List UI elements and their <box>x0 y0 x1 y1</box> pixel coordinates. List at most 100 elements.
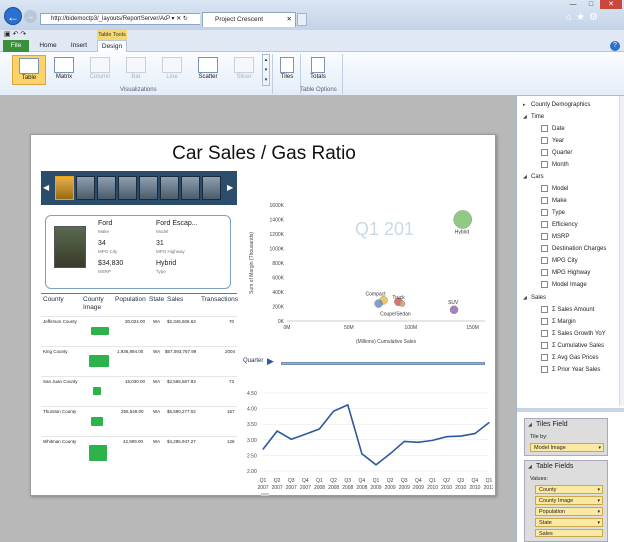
tile-item[interactable] <box>55 176 74 200</box>
expand-triangle-icon[interactable]: ◢ <box>523 112 531 123</box>
checkbox[interactable] <box>541 305 548 313</box>
table-field-item[interactable]: Sales <box>535 529 603 537</box>
line-chart[interactable]: 2.002.503.003.504.004.50Q12007Q22007Q320… <box>247 389 493 497</box>
field-item[interactable]: Σ Sales Amount <box>541 305 594 316</box>
table-row[interactable]: Whitman County 42,909.00 WA $4,285,947.2… <box>41 436 237 488</box>
field-item[interactable]: MSRP <box>541 232 569 243</box>
checkbox[interactable] <box>541 232 548 240</box>
report-canvas[interactable]: Car Sales / Gas Ratio ◀ ▶ Ford Make Ford… <box>30 134 496 496</box>
tile-item[interactable] <box>118 176 137 200</box>
collapse-triangle-icon[interactable]: ▸ <box>523 100 531 111</box>
field-item[interactable]: MPG Highway <box>541 268 590 279</box>
table-row[interactable]: King County 1,936,894.00 WA $67,093,767.… <box>41 346 237 376</box>
checkbox[interactable] <box>541 280 548 288</box>
table-field-item[interactable]: County Image ▾ <box>535 496 603 505</box>
field-group-cars[interactable]: ◢ Cars <box>523 172 544 183</box>
checkbox[interactable] <box>541 124 548 132</box>
table-row[interactable]: Thurston County 255,549.00 WA $5,590,277… <box>41 406 237 436</box>
field-item[interactable]: Year <box>541 136 564 147</box>
tiles-scroll-right-icon[interactable]: ▶ <box>227 183 233 192</box>
checkbox[interactable] <box>541 329 548 337</box>
column-header-population[interactable]: Population <box>115 296 146 303</box>
matrix-button[interactable]: Matrix <box>48 55 80 85</box>
table-fields-title[interactable]: ◢ Table Fields <box>528 463 573 470</box>
tab-home[interactable]: Home <box>34 40 62 52</box>
maximize-icon[interactable]: □ <box>582 0 600 9</box>
column-button[interactable]: Column <box>84 55 116 85</box>
column-header-transactions[interactable]: Transactions <box>201 296 238 303</box>
checkbox[interactable] <box>541 208 548 216</box>
tab-file[interactable]: File <box>3 40 29 52</box>
help-icon[interactable]: ? <box>610 41 620 51</box>
tile-item[interactable] <box>97 176 116 200</box>
field-item[interactable]: Σ Prior Year Sales <box>541 365 600 376</box>
slicer-button[interactable]: Slicer <box>228 55 260 85</box>
checkbox[interactable] <box>541 160 548 168</box>
scatter-chart[interactable]: Q1 2010K200K400K600K800K1000K1200K1400K1… <box>247 197 493 347</box>
report-title[interactable]: Car Sales / Gas Ratio <box>31 143 497 165</box>
new-tab-button[interactable] <box>297 13 307 26</box>
field-item[interactable]: Σ Cumulative Sales <box>541 341 604 352</box>
field-item[interactable]: MPG City <box>541 256 578 267</box>
column-header-county-image[interactable]: County Image <box>83 296 113 312</box>
close-window-icon[interactable]: ✕ <box>600 0 622 9</box>
field-item[interactable]: Destination Charges <box>541 244 606 255</box>
column-header-county[interactable]: County <box>43 296 64 303</box>
favorites-star-icon[interactable]: ★ <box>576 12 589 23</box>
totals-button[interactable]: Totals <box>302 55 334 85</box>
tile-by-dropdown[interactable]: Model Image ▾ <box>530 443 604 452</box>
checkbox[interactable] <box>541 244 548 252</box>
column-header-sales[interactable]: Sales <box>167 296 183 303</box>
save-icon[interactable]: ▣ <box>4 31 11 38</box>
checkbox[interactable] <box>541 148 548 156</box>
play-axis-track[interactable] <box>281 362 485 365</box>
field-item[interactable]: Quarter <box>541 148 572 159</box>
checkbox[interactable] <box>541 196 548 204</box>
field-item[interactable]: Make <box>541 196 567 207</box>
field-group-time[interactable]: ◢ Time <box>523 112 544 123</box>
browser-tab[interactable]: Project Crescent ✕ <box>202 12 296 27</box>
forward-arrow-icon[interactable]: → <box>24 10 37 23</box>
car-card[interactable]: Ford Make Ford Escap... Model 34 MPG Cit… <box>45 215 231 289</box>
checkbox[interactable] <box>541 268 548 276</box>
tiles-button[interactable]: Tiles <box>274 55 300 85</box>
checkbox[interactable] <box>541 136 548 144</box>
checkbox[interactable] <box>541 341 548 349</box>
field-item[interactable]: Σ Margin <box>541 317 576 328</box>
tiles-field-title[interactable]: ◢ Tiles Field <box>528 421 568 428</box>
undo-icon[interactable]: ↶ <box>13 31 19 38</box>
bar-button[interactable]: Bar <box>120 55 152 85</box>
address-icons[interactable]: P ▾ ✕ ↻ <box>166 14 200 24</box>
field-group-sales[interactable]: ◢ Sales <box>523 293 546 304</box>
field-item[interactable]: Σ Sales Growth YoY <box>541 329 606 340</box>
expand-triangle-icon[interactable]: ◢ <box>523 293 531 304</box>
field-item[interactable]: Σ Avg Gas Prices <box>541 353 599 364</box>
tab-design[interactable]: Design <box>97 40 127 52</box>
tile-item[interactable] <box>160 176 179 200</box>
checkbox[interactable] <box>541 256 548 264</box>
home-icon[interactable]: ⌂ <box>566 12 576 23</box>
redo-icon[interactable]: ↷ <box>20 31 26 38</box>
table-field-item[interactable]: State ▾ <box>535 518 603 527</box>
gear-icon[interactable]: ⚙ <box>589 12 602 23</box>
back-arrow-icon[interactable]: ← <box>4 7 22 25</box>
tile-item[interactable] <box>139 176 158 200</box>
tile-item[interactable] <box>181 176 200 200</box>
county-table[interactable]: County County Image Population State Sal… <box>41 293 238 495</box>
checkbox[interactable] <box>541 317 548 325</box>
field-root[interactable]: ▸ County Demographics <box>523 100 590 111</box>
table-row[interactable]: San Juan County 16,030.00 WA $2,565,567.… <box>41 376 237 406</box>
field-item[interactable]: Month <box>541 160 569 171</box>
scatter-button[interactable]: Scatter <box>192 55 224 85</box>
tiles-strip[interactable]: ◀ ▶ <box>41 171 237 205</box>
checkbox[interactable] <box>541 353 548 361</box>
checkbox[interactable] <box>541 365 548 373</box>
tiles-scroll-left-icon[interactable]: ◀ <box>43 183 49 192</box>
canvas-resize-handle[interactable] <box>261 493 269 496</box>
line-button[interactable]: Line <box>156 55 188 85</box>
field-item[interactable]: Model Image <box>541 280 587 291</box>
checkbox[interactable] <box>541 220 548 228</box>
expand-triangle-icon[interactable]: ◢ <box>523 172 531 183</box>
table-field-item[interactable]: Population ▾ <box>535 507 603 516</box>
field-item[interactable]: Type <box>541 208 565 219</box>
